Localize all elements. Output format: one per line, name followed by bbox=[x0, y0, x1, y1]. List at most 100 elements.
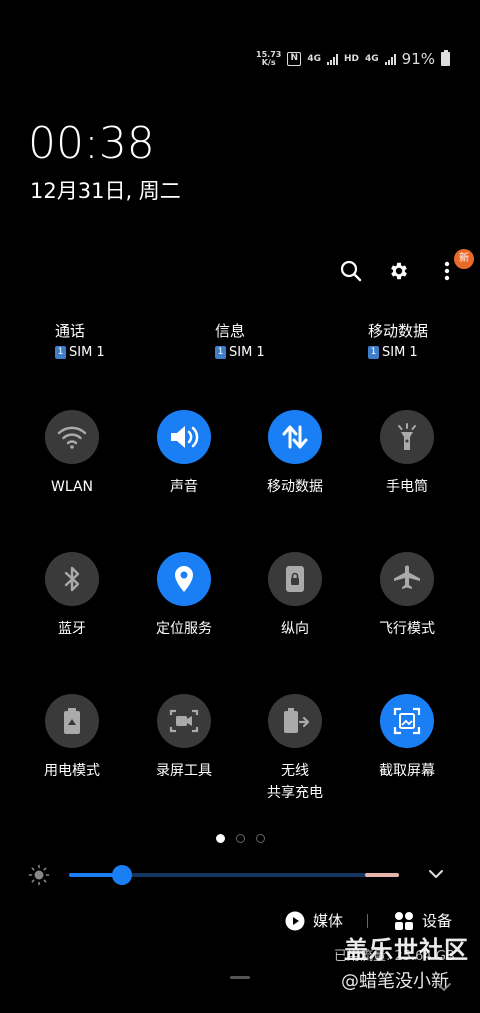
brightness-slider-thumb[interactable] bbox=[111, 865, 132, 885]
new-badge: 新 bbox=[454, 249, 474, 269]
tile-label: 录屏工具 bbox=[156, 763, 212, 779]
battery-mode-icon bbox=[64, 708, 80, 734]
devices-grid-icon bbox=[395, 911, 414, 930]
tile-wlan[interactable]: WLAN bbox=[17, 410, 127, 498]
tile-mobile-data-button[interactable] bbox=[268, 410, 322, 464]
screenshot-icon bbox=[393, 707, 421, 735]
page-indicator bbox=[0, 834, 480, 843]
wireless-powershare-icon bbox=[284, 708, 310, 733]
page-dot-active[interactable] bbox=[215, 834, 225, 843]
tile-label-line1: 无线 bbox=[281, 763, 309, 779]
sim-tag-icon: 1 bbox=[55, 346, 66, 359]
tile-wireless-powershare[interactable]: 无线 共享充电 bbox=[240, 694, 350, 804]
media-button[interactable]: 媒体 bbox=[285, 910, 343, 931]
tile-flashlight-button[interactable] bbox=[380, 410, 434, 464]
tile-location-button[interactable] bbox=[157, 552, 211, 606]
tile-screenshot-button[interactable] bbox=[380, 694, 434, 748]
brightness-control bbox=[28, 862, 458, 888]
brightness-high-zone bbox=[365, 873, 399, 877]
tile-label: 定位服务 bbox=[156, 621, 212, 637]
tile-location[interactable]: 定位服务 bbox=[129, 552, 239, 640]
tile-wireless-powershare-button[interactable] bbox=[268, 694, 322, 748]
tile-mobile-data[interactable]: 移动数据 bbox=[240, 410, 350, 498]
network-speed: 15.73 K/s bbox=[256, 51, 281, 67]
devices-button[interactable]: 设备 bbox=[394, 910, 452, 931]
airplane-icon bbox=[394, 565, 420, 589]
media-label: 媒体 bbox=[313, 912, 344, 930]
battery-icon bbox=[441, 50, 450, 66]
tile-power-mode[interactable]: 用电模式 bbox=[17, 694, 127, 782]
signal-bars-icon bbox=[326, 53, 338, 65]
tile-label: 截取屏幕 bbox=[379, 763, 435, 779]
status-bar: 15.73 K/s N 4G HD 4G 91% bbox=[256, 50, 450, 68]
tile-label: 移动数据 bbox=[267, 479, 323, 495]
clock-time[interactable]: 00:38 bbox=[28, 118, 155, 169]
tile-wlan-button[interactable] bbox=[45, 410, 99, 464]
location-icon bbox=[175, 566, 193, 592]
watermark-author: @蜡笔没小新 bbox=[341, 971, 449, 992]
signal-type-1: 4G bbox=[307, 54, 321, 64]
settings-button[interactable] bbox=[386, 255, 412, 287]
chevron-down-icon bbox=[437, 983, 451, 992]
tile-label: 用电模式 bbox=[44, 763, 100, 779]
signal-type-2: 4G bbox=[365, 54, 379, 64]
sim-call-value: SIM 1 bbox=[69, 345, 105, 360]
sim-mobile-data[interactable]: 移动数据 1 SIM 1 bbox=[368, 320, 428, 360]
tile-airplane-button[interactable] bbox=[380, 552, 434, 606]
tile-screenshot[interactable]: 截取屏幕 bbox=[352, 694, 462, 782]
signal-bars-icon bbox=[384, 53, 396, 65]
bluetooth-icon bbox=[64, 566, 80, 592]
sim-mobile-data-title: 移动数据 bbox=[368, 322, 429, 340]
flashlight-icon bbox=[398, 423, 416, 450]
tile-screen-recorder[interactable]: 录屏工具 bbox=[129, 694, 239, 782]
tile-power-mode-button[interactable] bbox=[45, 694, 99, 748]
brightness-sun-icon bbox=[28, 864, 50, 886]
screen-record-icon bbox=[169, 709, 199, 733]
sim-tag-icon: 1 bbox=[368, 346, 379, 359]
tile-orientation[interactable]: 纵向 bbox=[240, 552, 350, 640]
battery-percent: 91% bbox=[401, 50, 435, 68]
tile-label: WLAN bbox=[50, 479, 93, 495]
mobile-data-icon bbox=[282, 425, 308, 449]
tile-bluetooth[interactable]: 蓝牙 bbox=[17, 552, 127, 640]
sim-call[interactable]: 通话 1 SIM 1 bbox=[55, 320, 105, 360]
sim-call-title: 通话 bbox=[55, 322, 86, 340]
nfc-icon: N bbox=[287, 52, 302, 66]
tile-screen-recorder-button[interactable] bbox=[157, 694, 211, 748]
tile-bluetooth-button[interactable] bbox=[45, 552, 99, 606]
play-icon bbox=[285, 911, 305, 930]
tile-label: 声音 bbox=[170, 479, 198, 495]
sim-messages-title: 信息 bbox=[215, 322, 246, 340]
panel-drag-handle[interactable] bbox=[230, 976, 250, 979]
more-options-button[interactable]: 新 bbox=[434, 249, 474, 287]
tile-label: 飞行模式 bbox=[379, 621, 435, 637]
search-icon bbox=[340, 260, 362, 282]
tile-flashlight[interactable]: 手电筒 bbox=[352, 410, 462, 498]
rotation-lock-icon bbox=[286, 566, 304, 592]
page-dot[interactable] bbox=[255, 834, 265, 843]
chevron-down-icon[interactable] bbox=[428, 868, 444, 880]
sim-tag-icon: 1 bbox=[215, 346, 226, 359]
sound-icon bbox=[171, 426, 199, 448]
clock-date[interactable]: 12月31日, 周二 bbox=[30, 175, 181, 205]
page-dot[interactable] bbox=[235, 834, 245, 843]
tile-label: 纵向 bbox=[281, 621, 309, 637]
more-vertical-icon bbox=[444, 261, 450, 281]
quick-panel-toolbar: 新 bbox=[338, 249, 474, 287]
tile-label-line2: 共享充电 bbox=[267, 785, 323, 801]
tile-airplane[interactable]: 飞行模式 bbox=[352, 552, 462, 640]
media-devices-row: 媒体 设备 bbox=[285, 910, 452, 931]
wifi-icon bbox=[57, 426, 87, 449]
tile-label: 蓝牙 bbox=[58, 621, 86, 637]
sim-messages[interactable]: 信息 1 SIM 1 bbox=[215, 320, 265, 360]
search-button[interactable] bbox=[338, 255, 364, 287]
sim-mobile-data-value: SIM 1 bbox=[382, 345, 418, 360]
watermark-community: 盖乐世社区 bbox=[344, 936, 469, 964]
gear-icon bbox=[391, 262, 407, 280]
tile-orientation-button[interactable] bbox=[268, 552, 322, 606]
sim-messages-value: SIM 1 bbox=[229, 345, 265, 360]
divider bbox=[367, 913, 369, 928]
tile-sound[interactable]: 声音 bbox=[129, 410, 239, 498]
tile-sound-button[interactable] bbox=[157, 410, 211, 464]
hd-indicator: HD bbox=[343, 54, 359, 64]
